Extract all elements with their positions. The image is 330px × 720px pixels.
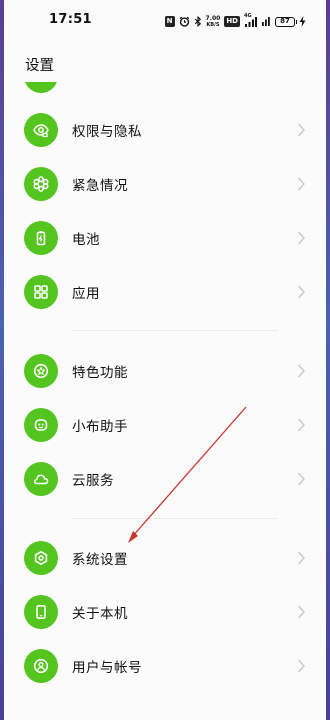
- status-icons: N 7.00 KB/S HD 4G 87: [164, 12, 306, 31]
- group-divider: [72, 518, 278, 519]
- speed-unit: KB/S: [206, 21, 220, 28]
- settings-item-label: 关于本机: [72, 606, 128, 622]
- battery-icon: [24, 221, 58, 255]
- bluetooth-icon: [194, 12, 202, 31]
- apps-grid-icon: [24, 275, 58, 309]
- settings-item-apps[interactable]: 应用: [4, 265, 326, 319]
- page-title: 设置: [25, 58, 54, 74]
- settings-item-label: 权限与隐私: [72, 124, 142, 140]
- bottom-edge: [4, 712, 326, 720]
- status-time: 17:51: [49, 12, 92, 27]
- chevron-right-icon: [297, 551, 305, 565]
- chevron-right-icon: [297, 123, 305, 137]
- settings-item-label: 云服务: [72, 473, 114, 489]
- settings-item-accounts[interactable]: 用户与帐号: [4, 639, 326, 693]
- settings-list[interactable]: 权限与隐私 紧急情况 电池 应用 特色功能 小布助手 云服务 系统设置 关于本机…: [4, 82, 326, 720]
- chevron-right-icon: [297, 472, 305, 486]
- emergency-asterisk-icon: [24, 167, 58, 201]
- chevron-right-icon: [297, 285, 305, 299]
- chevron-right-icon: [297, 418, 305, 432]
- wifi-icon: [261, 12, 271, 31]
- chevron-right-icon: [297, 364, 305, 378]
- settings-item-features[interactable]: 特色功能: [4, 344, 326, 398]
- speed-value: 7.00: [205, 14, 221, 22]
- group-divider: [72, 330, 278, 331]
- settings-item-label: 小布助手: [72, 419, 128, 435]
- nfc-icon: N: [164, 16, 175, 27]
- chevron-right-icon: [297, 605, 305, 619]
- settings-item-label: 系统设置: [72, 552, 128, 568]
- chevron-right-icon: [297, 659, 305, 673]
- settings-item-label: 电池: [72, 232, 100, 248]
- settings-item-battery[interactable]: 电池: [4, 211, 326, 265]
- settings-item-cloud[interactable]: 云服务: [4, 452, 326, 506]
- chevron-right-icon: [297, 177, 305, 191]
- chevron-right-icon: [297, 231, 305, 245]
- settings-screen: 17:51 N 7.00 KB/S HD 4G 87 设置 权限与隐私 紧急情况…: [4, 0, 326, 720]
- phone-icon: [24, 595, 58, 629]
- network-speed: 7.00 KB/S: [205, 14, 221, 28]
- settings-item-assistant[interactable]: 小布助手: [4, 398, 326, 452]
- hd-icon: HD: [224, 16, 240, 27]
- settings-item-label: 紧急情况: [72, 178, 128, 194]
- status-bar: 17:51 N 7.00 KB/S HD 4G 87: [4, 0, 326, 38]
- scrolled-item-icon: [24, 82, 58, 93]
- privacy-eye-icon: [24, 113, 58, 147]
- alarm-icon: [179, 12, 190, 31]
- user-icon: [24, 649, 58, 683]
- assistant-icon: [24, 408, 58, 442]
- settings-item-about[interactable]: 关于本机: [4, 585, 326, 639]
- settings-item-label: 特色功能: [72, 365, 128, 381]
- charging-bolt-icon: [299, 12, 306, 31]
- battery-status-icon: 87: [275, 16, 297, 27]
- settings-item-label: 应用: [72, 286, 100, 302]
- star-icon: [24, 354, 58, 388]
- signal-icon: 4G: [244, 13, 257, 28]
- cloud-icon: [24, 462, 58, 496]
- settings-item-label: 用户与帐号: [72, 660, 142, 676]
- settings-item-system[interactable]: 系统设置: [4, 531, 326, 585]
- settings-item-emergency[interactable]: 紧急情况: [4, 157, 326, 211]
- settings-item-privacy[interactable]: 权限与隐私: [4, 103, 326, 157]
- hexagon-gear-icon: [24, 541, 58, 575]
